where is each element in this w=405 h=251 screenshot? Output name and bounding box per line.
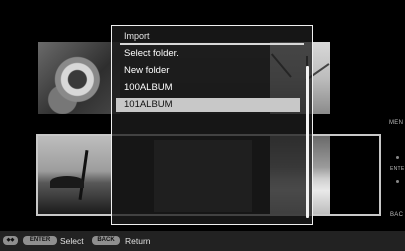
thumbnail-palm-beach[interactable] bbox=[38, 136, 112, 214]
arrow-keys-icon: ◆◆ bbox=[3, 236, 18, 245]
nav-down-dot bbox=[396, 180, 399, 183]
dialog-title: Import bbox=[124, 31, 150, 41]
beach-hut bbox=[50, 176, 84, 188]
thumbnail-sunflower[interactable] bbox=[38, 42, 120, 114]
side-menu-label: MEN bbox=[389, 120, 404, 126]
scrollbar[interactable] bbox=[306, 66, 309, 218]
scrollbar-thumb[interactable] bbox=[306, 66, 309, 218]
dialog-subtitle: Select folder. bbox=[124, 48, 179, 59]
side-back-label: BAC bbox=[390, 212, 404, 218]
palm-tree bbox=[78, 150, 89, 200]
title-divider bbox=[120, 43, 304, 45]
folder-item-101album[interactable]: 101ALBUM bbox=[116, 98, 300, 112]
return-label: Return bbox=[125, 236, 151, 246]
photo-frame-screen: MEN ENTE BAC Import Select folder. New f… bbox=[0, 0, 405, 251]
folder-item-new-folder[interactable]: New folder bbox=[116, 64, 300, 78]
back-key-icon: BACK bbox=[92, 236, 120, 245]
select-label: Select bbox=[60, 236, 84, 246]
nav-up-dot bbox=[396, 156, 399, 159]
import-dialog: Import Select folder. New folder 100ALBU… bbox=[111, 25, 313, 225]
side-enter-label: ENTE bbox=[390, 166, 405, 172]
enter-key-icon: ENTER bbox=[23, 236, 57, 245]
folder-item-100album[interactable]: 100ALBUM bbox=[116, 81, 300, 95]
